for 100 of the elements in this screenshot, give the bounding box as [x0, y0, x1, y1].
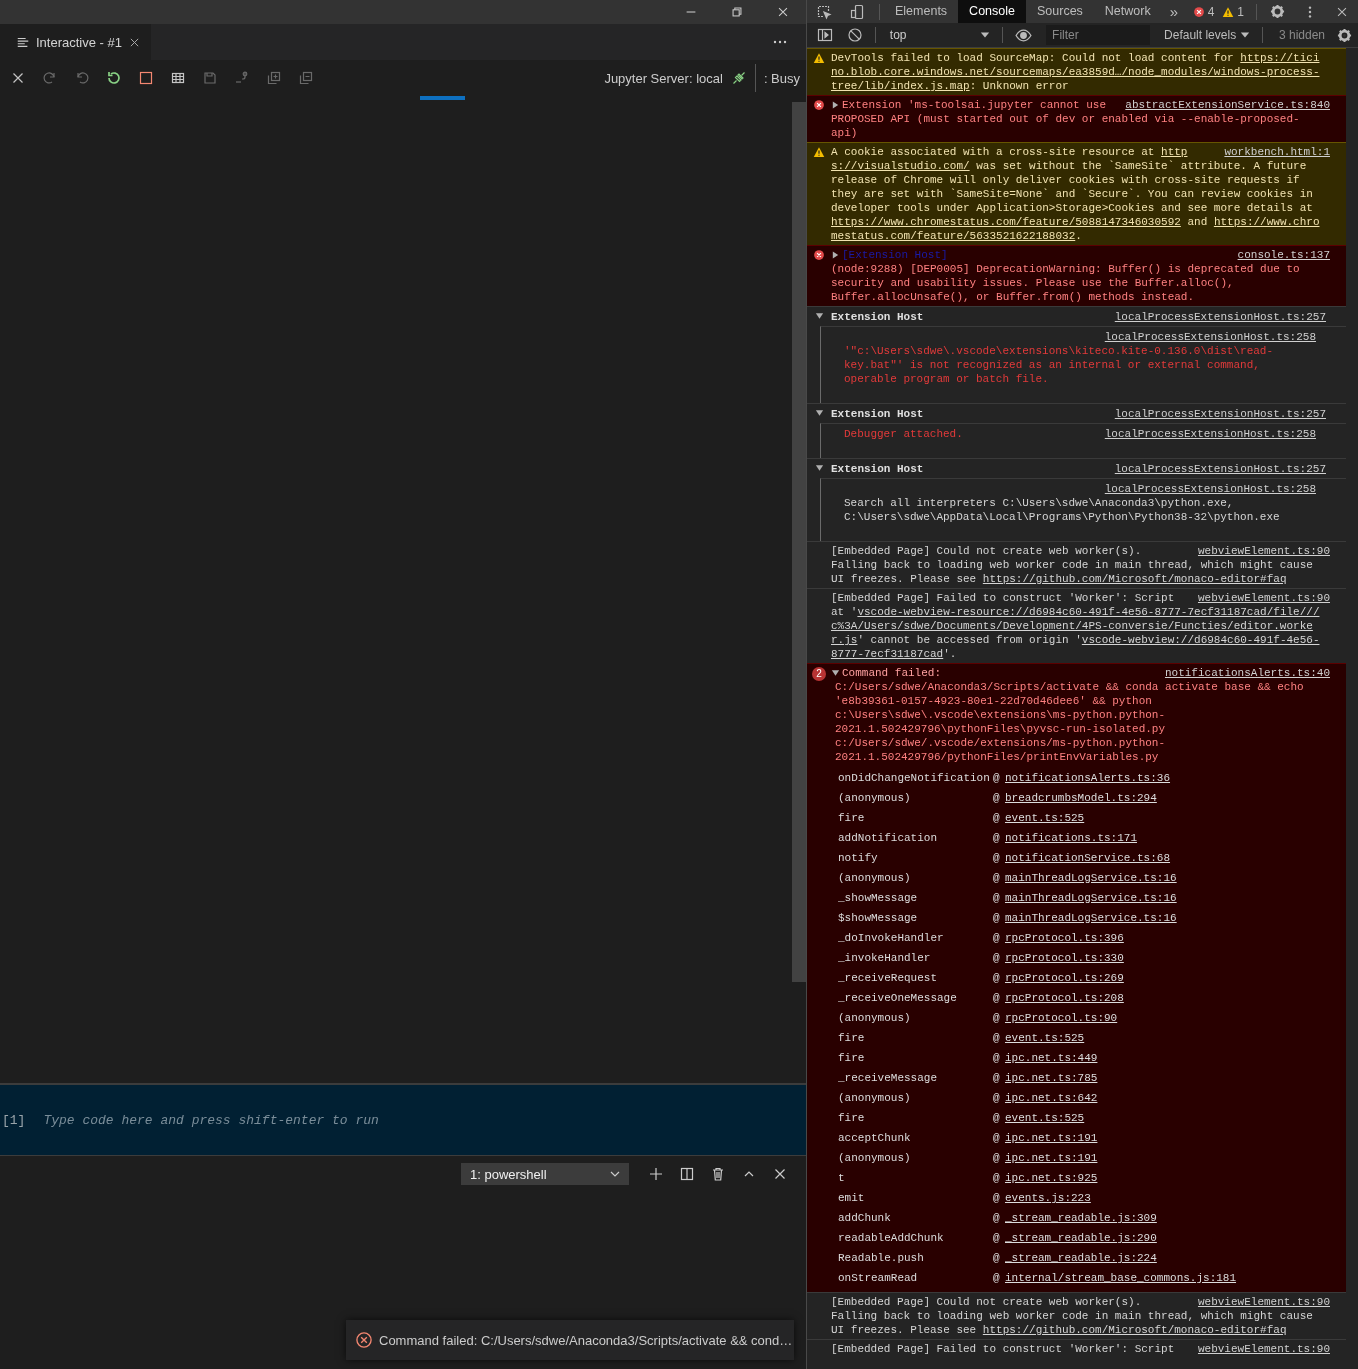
source-link[interactable]: webviewElement.ts:90: [1183, 1342, 1330, 1356]
link[interactable]: https://github.com/Microsoft/monaco-editor#faq: [982, 573, 1287, 585]
warning-count[interactable]: 1: [1237, 4, 1244, 19]
source-link[interactable]: mainThreadLogService.ts:16: [1005, 892, 1330, 904]
close-icon[interactable]: [776, 5, 790, 19]
link[interactable]: mestatus.com/feature/5633521622188032: [831, 230, 1076, 242]
link[interactable]: https://tici: [1240, 52, 1320, 64]
link[interactable]: r.js: [831, 634, 858, 646]
link[interactable]: c%3A/Users/sdwe/Documents/Development/4PS-conversie/Functies/editor.worke: [831, 620, 1313, 632]
source-link[interactable]: localProcessExtensionHost.ts:258: [1104, 331, 1316, 343]
restore-icon[interactable]: [730, 5, 744, 19]
source-link[interactable]: rpcProtocol.ts:208: [1005, 992, 1330, 1004]
levels-dropdown[interactable]: Default levels: [1158, 28, 1257, 42]
source-link[interactable]: webviewElement.ts:90: [1183, 544, 1330, 558]
split-icon[interactable]: [679, 1166, 695, 1182]
terminal-dropdown[interactable]: 1: powershell: [461, 1163, 629, 1185]
at-sign: @: [993, 932, 1001, 944]
caret-icon[interactable]: [831, 100, 840, 110]
settings-icon[interactable]: [1337, 27, 1352, 43]
source-link[interactable]: notifications.ts:171: [1005, 832, 1330, 844]
caret-icon[interactable]: [831, 250, 840, 260]
source-link[interactable]: localProcessExtensionHost.ts:257: [1114, 462, 1326, 476]
source-link[interactable]: rpcProtocol.ts:269: [1005, 972, 1330, 984]
source-link[interactable]: localProcessExtensionHost.ts:258: [1104, 427, 1316, 441]
editor-tab[interactable]: Interactive - #1: [0, 24, 151, 60]
device-icon[interactable]: [850, 3, 866, 20]
code-input[interactable]: Type code here and press shift-enter to run: [43, 1112, 806, 1128]
link[interactable]: https://www.chro: [1213, 216, 1320, 228]
source-link[interactable]: rpcProtocol.ts:90: [1005, 1012, 1330, 1024]
source-link[interactable]: _stream_readable.js:309: [1005, 1212, 1330, 1224]
scrollbar[interactable]: [792, 102, 806, 982]
source-link[interactable]: ipc.net.ts:642: [1005, 1092, 1330, 1104]
error-count[interactable]: 4: [1207, 4, 1215, 19]
message-line: Buffer.allocUnsafe(), or Buffer.from() methods instead.: [831, 290, 1196, 304]
link[interactable]: https://github.com/Microsoft/monaco-editor#faq: [982, 1324, 1287, 1336]
source-link[interactable]: webviewElement.ts:90: [1183, 591, 1330, 605]
source-link[interactable]: events.js:223: [1005, 1192, 1330, 1204]
devtools-tab[interactable]: Console: [958, 0, 1026, 23]
source-link[interactable]: breadcrumbsModel.ts:294: [1005, 792, 1330, 804]
source-link[interactable]: workbench.html:1: [1210, 145, 1330, 159]
source-link[interactable]: event.ts:525: [1005, 1032, 1330, 1044]
at-sign: @: [993, 892, 1001, 904]
link[interactable]: vscode-webview-resource://d6984c60-491f-4e56-8777-7ecf31187cad/file///: [857, 606, 1320, 618]
sidebar-icon[interactable]: [817, 27, 833, 43]
at-sign: @: [993, 1272, 1001, 1284]
message-line: release of Chrome will only deliver cookies with cross-site requests if: [831, 173, 1301, 187]
table-icon[interactable]: [170, 70, 186, 86]
source-link[interactable]: ipc.net.ts:191: [1005, 1132, 1330, 1144]
link[interactable]: http: [1161, 146, 1188, 158]
source-link[interactable]: localProcessExtensionHost.ts:257: [1114, 407, 1326, 421]
source-link[interactable]: _stream_readable.js:224: [1005, 1252, 1330, 1264]
source-link[interactable]: abstractExtensionService.ts:840: [1111, 98, 1330, 112]
source-link[interactable]: event.ts:525: [1005, 812, 1330, 824]
source-link[interactable]: ipc.net.ts:191: [1005, 1152, 1330, 1164]
at-sign: @: [993, 912, 1001, 924]
source-link[interactable]: console.ts:137: [1223, 248, 1330, 262]
source-link[interactable]: notificationsAlerts.ts:36: [1005, 772, 1330, 784]
more-tabs-button[interactable]: »: [1161, 3, 1187, 20]
message-line: Extension 'ms-toolsai.jupyter cannot use: [842, 98, 1107, 112]
source-link[interactable]: localProcessExtensionHost.ts:257: [1114, 310, 1326, 324]
warning-icon: [1222, 5, 1235, 18]
source-link[interactable]: notificationService.ts:68: [1005, 852, 1330, 864]
source-link[interactable]: localProcessExtensionHost.ts:258: [1104, 483, 1316, 495]
filter-field[interactable]: Filter: [1046, 25, 1151, 45]
link[interactable]: tree/lib/index.js.map: [831, 80, 970, 92]
source-link[interactable]: ipc.net.ts:925: [1005, 1172, 1330, 1184]
caret-icon[interactable]: [814, 408, 824, 418]
caret-icon[interactable]: [831, 668, 840, 678]
server-label[interactable]: Jupyter Server: local: [604, 70, 723, 86]
inspect-icon[interactable]: [816, 3, 832, 20]
restart-icon[interactable]: [106, 70, 122, 86]
at-sign: @: [993, 1252, 1001, 1264]
source-link[interactable]: webviewElement.ts:90: [1183, 1295, 1330, 1309]
source-link[interactable]: ipc.net.ts:449: [1005, 1052, 1330, 1064]
source-link[interactable]: rpcProtocol.ts:330: [1005, 952, 1330, 964]
source-link[interactable]: mainThreadLogService.ts:16: [1005, 912, 1330, 924]
source-link[interactable]: internal/stream_base_commons.js:181: [1005, 1272, 1330, 1284]
trash-icon[interactable]: [710, 1166, 726, 1182]
function-name: onDidChangeNotification: [838, 772, 991, 784]
caret-icon[interactable]: [814, 311, 824, 321]
link[interactable]: 8777-7ecf31187cad: [831, 648, 944, 660]
block-icon[interactable]: [847, 27, 863, 43]
caret-icon[interactable]: [814, 463, 824, 473]
context-selector[interactable]: top: [881, 28, 997, 42]
link[interactable]: https://www.chromestatus.com/feature/5088147346030592: [831, 216, 1181, 228]
stop-icon[interactable]: [138, 70, 154, 86]
link[interactable]: vscode-webview://d6984c60-491f-4e56-: [1081, 634, 1320, 646]
settings-icon[interactable]: [1270, 4, 1285, 19]
source-link[interactable]: ipc.net.ts:785: [1005, 1072, 1330, 1084]
source-link[interactable]: rpcProtocol.ts:396: [1005, 932, 1330, 944]
source-link[interactable]: event.ts:525: [1005, 1112, 1330, 1124]
link[interactable]: s://visualstudio.com/: [831, 160, 970, 172]
link[interactable]: no.blob.core.windows.net/sourcemaps/ea3859d…/node_modules/windows-process-: [831, 66, 1320, 78]
devtools-tab[interactable]: Elements: [884, 0, 959, 23]
plus-icon[interactable]: [648, 1166, 664, 1182]
source-link[interactable]: notificationsAlerts.ts:40: [1150, 666, 1330, 680]
source-link[interactable]: _stream_readable.js:290: [1005, 1232, 1330, 1244]
devtools-tab[interactable]: Network: [1093, 0, 1162, 23]
devtools-tab[interactable]: Sources: [1026, 0, 1094, 23]
source-link[interactable]: mainThreadLogService.ts:16: [1005, 872, 1330, 884]
